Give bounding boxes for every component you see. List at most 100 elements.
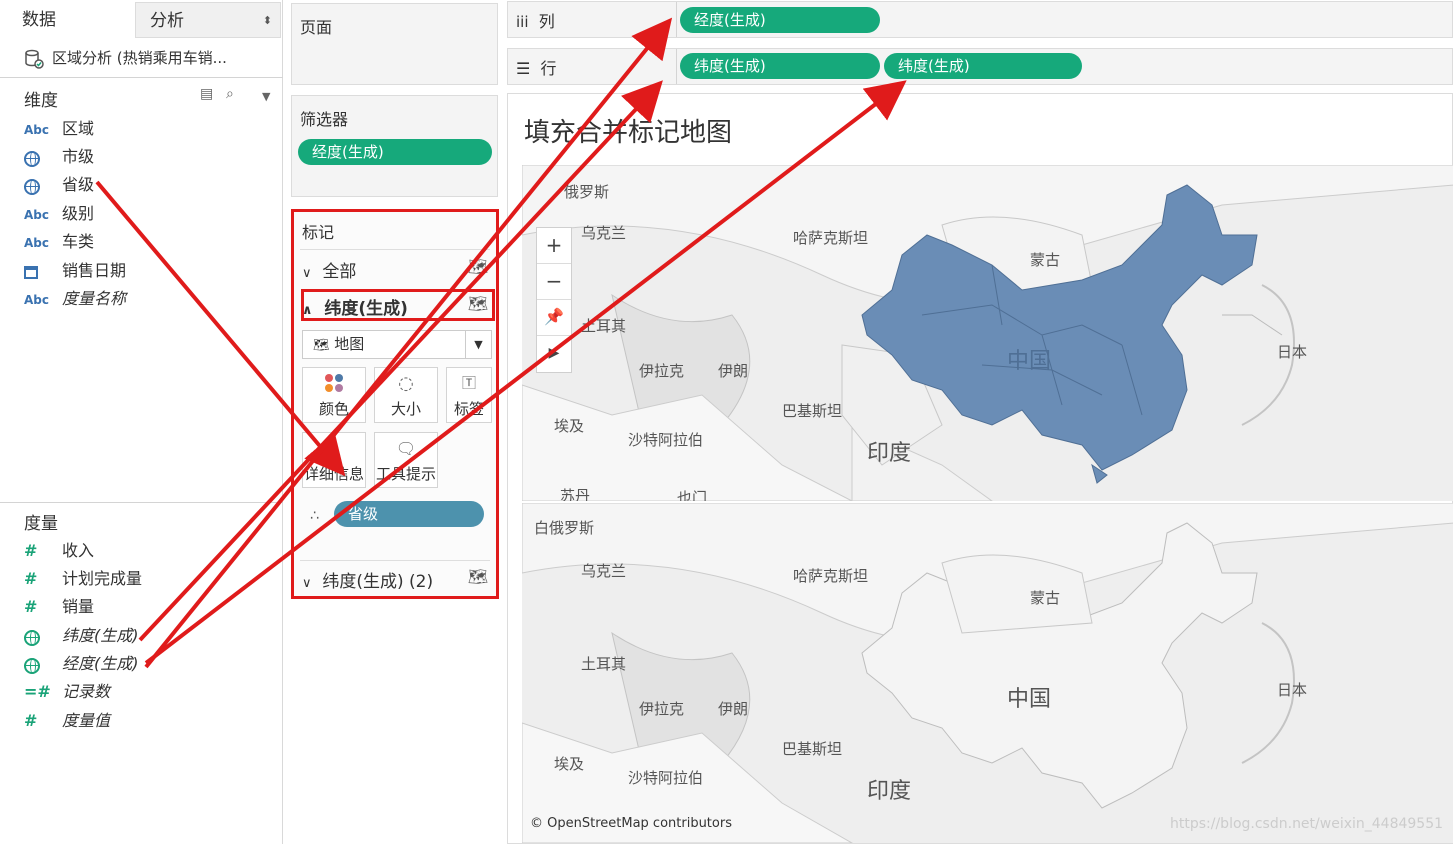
view-list-icon[interactable]: ▤: [200, 86, 213, 102]
map-label: 沙特阿拉伯: [628, 769, 704, 787]
marks-latitude-row[interactable]: ∧ 纬度(生成): [302, 294, 408, 319]
map-label: 埃及: [554, 417, 585, 435]
rows-label: 行: [540, 59, 557, 78]
map-icon: 🗺: [313, 338, 330, 353]
rows-pill-latitude-2[interactable]: 纬度(生成): [884, 53, 1082, 79]
columns-pill-longitude[interactable]: 经度(生成): [680, 7, 880, 33]
search-icon[interactable]: ⌕: [226, 86, 234, 102]
datasource-item[interactable]: 区域分析 (热销乘用车销...: [24, 44, 227, 72]
rows-shelf[interactable]: ☰ 行 纬度(生成) 纬度(生成): [507, 48, 1453, 85]
map-label: 伊拉克: [639, 700, 685, 718]
dimension-field[interactable]: Abc 车类: [24, 228, 94, 256]
size-button[interactable]: ◌ 大小: [374, 367, 438, 423]
measure-field[interactable]: # 计划完成量: [24, 565, 142, 593]
view-title: 填充合并标记地图: [524, 118, 733, 148]
map-label: 沙特阿拉伯: [628, 431, 704, 449]
pin-button[interactable]: 📌: [537, 300, 571, 336]
data-pane: 数据 分析 ⬍ 区域分析 (热销乘用车销... 维度 ▤ ⌕ ▼ Abc 区域 市…: [0, 0, 283, 844]
globe-icon: [24, 150, 40, 167]
datasource-icon: [25, 49, 44, 69]
zoom-in-button[interactable]: +: [537, 228, 571, 264]
map-label: 伊拉克: [639, 362, 685, 380]
color-icon: [325, 374, 343, 392]
map-icon: 🗺: [467, 567, 488, 586]
label-button[interactable]: 🅃 标签: [446, 367, 492, 423]
map-label: 伊朗: [718, 362, 749, 380]
dimension-field[interactable]: 省级: [24, 171, 94, 199]
marks-all-label: 全部: [322, 262, 357, 282]
map-label: 乌克兰: [581, 562, 627, 580]
tab-data[interactable]: 数据: [0, 2, 133, 38]
dimension-field[interactable]: Abc 级别: [24, 200, 94, 228]
pages-card[interactable]: 页面: [291, 3, 498, 85]
dimension-field[interactable]: 销售日期: [24, 257, 126, 285]
mark-type-select[interactable]: 🗺 地图 ▼: [302, 330, 492, 359]
map-label: 哈萨克斯坦: [793, 567, 869, 585]
map-label: 乌克兰: [581, 224, 627, 242]
columns-icon: iii: [516, 13, 529, 31]
tab-analysis-label: 分析: [150, 11, 184, 31]
updown-icon: ⬍: [262, 14, 272, 27]
map-label: 俄罗斯: [564, 183, 610, 201]
map-label: 巴基斯坦: [782, 740, 843, 758]
filters-card[interactable]: 筛选器 经度(生成): [291, 95, 498, 197]
map-label: 日本: [1277, 343, 1308, 361]
chevron-down-icon: ∨: [302, 576, 312, 591]
map-icon: 🗺: [467, 257, 488, 276]
detail-button[interactable]: ∴ 详细信息: [302, 432, 366, 488]
dimension-field[interactable]: Abc 区域: [24, 115, 94, 143]
map-icon: 🗺: [467, 294, 488, 313]
measure-field[interactable]: 经度(生成): [24, 650, 139, 678]
datasource-name: 区域分析 (热销乘用车销...: [52, 49, 227, 67]
calculated-number-icon: =#: [24, 682, 51, 701]
divider: [300, 249, 490, 250]
measure-field[interactable]: 纬度(生成): [24, 622, 139, 650]
tooltip-label: 工具提示: [375, 465, 436, 483]
filters-title: 筛选器: [300, 110, 349, 129]
map-label: 蒙古: [1030, 589, 1061, 607]
measure-field[interactable]: # 收入: [24, 537, 94, 565]
marks-latitude2-row[interactable]: ∨ 纬度(生成) (2): [302, 567, 433, 592]
map-label: 土耳其: [581, 655, 627, 673]
tooltip-button[interactable]: 🗨 工具提示: [374, 432, 438, 488]
map-pane-top[interactable]: 俄罗斯 乌克兰 哈萨克斯坦 蒙古 土耳其 伊拉克 伊朗 中国 日本 巴基斯坦 埃…: [522, 165, 1453, 501]
map-pane-bottom[interactable]: 白俄罗斯 乌克兰 哈萨克斯坦 蒙古 土耳其 伊拉克 伊朗 中国 日本 巴基斯坦 …: [522, 503, 1453, 843]
map-label: 埃及: [554, 755, 585, 773]
number-type-icon: #: [24, 711, 38, 730]
string-type-icon: Abc: [24, 293, 49, 307]
number-type-icon: #: [24, 569, 38, 588]
marks-all-row[interactable]: ∨ 全部: [302, 257, 356, 282]
map-label: 土耳其: [581, 317, 627, 335]
divider: [676, 2, 677, 37]
zoom-out-button[interactable]: −: [537, 264, 571, 300]
map-label: 日本: [1277, 681, 1308, 699]
measure-field[interactable]: =# 记录数: [24, 678, 110, 706]
columns-shelf[interactable]: iii 列 经度(生成): [507, 1, 1453, 38]
divider: [0, 77, 283, 78]
measure-field[interactable]: # 销量: [24, 593, 94, 621]
divider: [676, 49, 677, 84]
columns-label: 列: [538, 12, 555, 31]
dimensions-title: 维度: [24, 91, 58, 111]
map-label: 哈萨克斯坦: [793, 229, 869, 247]
measure-field[interactable]: # 度量值: [24, 707, 110, 735]
detail-pill-province[interactable]: 省级: [334, 501, 484, 527]
color-button[interactable]: 颜色: [302, 367, 366, 423]
dimension-field[interactable]: Abc 度量名称: [24, 285, 126, 313]
size-label: 大小: [390, 400, 421, 418]
tab-analysis[interactable]: 分析 ⬍: [135, 2, 281, 38]
divider: [0, 502, 283, 503]
measures-title: 度量: [24, 514, 58, 534]
dimension-field[interactable]: 市级: [24, 143, 94, 171]
chevron-down-icon[interactable]: ▼: [262, 90, 270, 103]
rows-pill-latitude-1[interactable]: 纬度(生成): [680, 53, 880, 79]
map-label: 苏丹: [560, 487, 591, 501]
map-label: 也门: [677, 489, 708, 501]
expand-toolbar-button[interactable]: ▶: [537, 336, 571, 372]
map-label: 巴基斯坦: [782, 402, 843, 420]
filter-pill-longitude[interactable]: 经度(生成): [298, 139, 492, 165]
globe-icon: [24, 657, 40, 674]
divider: [300, 560, 490, 561]
map-attribution[interactable]: © OpenStreetMap contributors: [530, 816, 732, 831]
detail-icon: ∴: [310, 508, 319, 524]
